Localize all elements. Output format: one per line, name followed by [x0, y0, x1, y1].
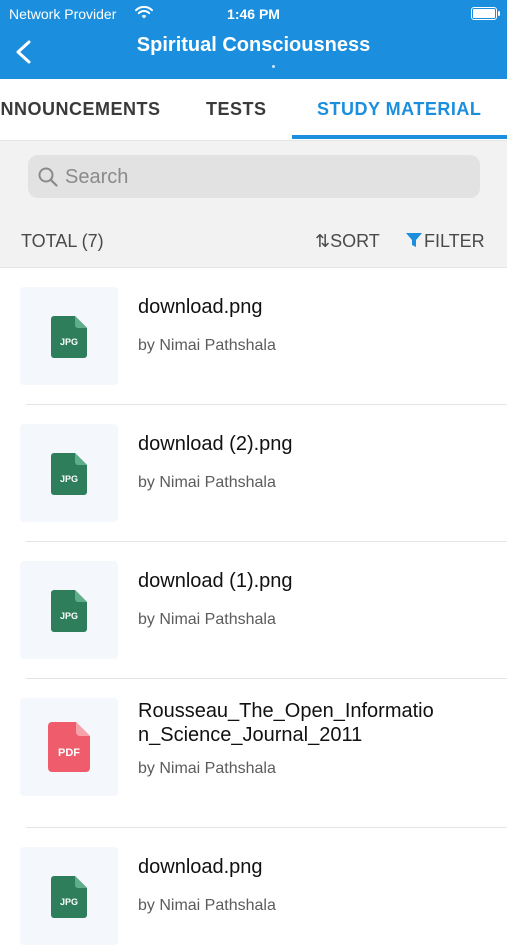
list-toolbar: TOTAL (7) ⇅ SORT FILTER [0, 213, 507, 268]
svg-text:JPG: JPG [60, 611, 78, 621]
divider [26, 678, 507, 679]
file-author: by Nimai Pathshala [138, 760, 276, 777]
file-thumbnail: JPG [20, 561, 118, 659]
tab-announcements[interactable]: ANNOUNCEMENTS [0, 79, 161, 140]
divider [26, 404, 507, 405]
battery-icon [471, 7, 500, 20]
sort-button[interactable]: ⇅ SORT [315, 231, 380, 252]
jpg-file-icon: JPG [51, 453, 87, 495]
total-count: TOTAL (7) [21, 231, 104, 251]
status-time: 1:46 PM [227, 6, 280, 22]
tab-tests[interactable]: TESTS [206, 79, 267, 140]
active-tab-indicator [292, 135, 507, 139]
file-name: download.png [138, 296, 263, 318]
svg-text:JPG: JPG [60, 474, 78, 484]
jpg-file-icon: JPG [51, 876, 87, 918]
search-input[interactable]: Search [28, 155, 480, 198]
file-thumbnail: PDF [20, 698, 118, 796]
tab-study-material[interactable]: STUDY MATERIAL [317, 79, 481, 140]
filter-button[interactable]: FILTER [406, 231, 485, 252]
jpg-file-icon: JPG [51, 590, 87, 632]
file-name: download (2).png [138, 433, 293, 455]
file-thumbnail: JPG [20, 424, 118, 522]
file-name-line-2: n_Science_Journal_2011 [138, 724, 363, 746]
tab-bar: ANNOUNCEMENTS TESTS STUDY MATERIAL [0, 79, 507, 141]
file-author: by Nimai Pathshala [138, 474, 276, 491]
divider [26, 827, 507, 828]
page-title: Spiritual Consciousness [136, 34, 371, 56]
app-header: Network Provider 1:46 PM Spiritual Consc… [0, 0, 507, 79]
file-name: download (1).png [138, 570, 293, 592]
file-name: download.png [138, 856, 263, 878]
sort-icon: ⇅ [315, 231, 330, 251]
file-author: by Nimai Pathshala [138, 337, 276, 354]
jpg-file-icon: JPG [51, 316, 87, 358]
filter-label: FILTER [424, 231, 485, 251]
file-name-line-1: Rousseau_The_Open_Informatio [138, 700, 434, 722]
divider [26, 541, 507, 542]
file-thumbnail: JPG [20, 847, 118, 945]
sort-label: SORT [330, 231, 380, 251]
svg-text:JPG: JPG [60, 897, 78, 907]
search-area: Search [0, 141, 507, 213]
filter-icon [406, 233, 422, 247]
status-bar: Network Provider 1:46 PM [0, 0, 507, 28]
pdf-file-icon: PDF [48, 722, 90, 772]
file-thumbnail: JPG [20, 287, 118, 385]
file-author: by Nimai Pathshala [138, 611, 276, 628]
search-placeholder: Search [65, 166, 129, 188]
svg-text:PDF: PDF [58, 747, 80, 759]
file-name: Rousseau_The_Open_Informatio n_Science_J… [138, 699, 478, 747]
header-dot [272, 65, 275, 68]
search-icon [38, 167, 58, 187]
svg-text:JPG: JPG [60, 337, 78, 347]
